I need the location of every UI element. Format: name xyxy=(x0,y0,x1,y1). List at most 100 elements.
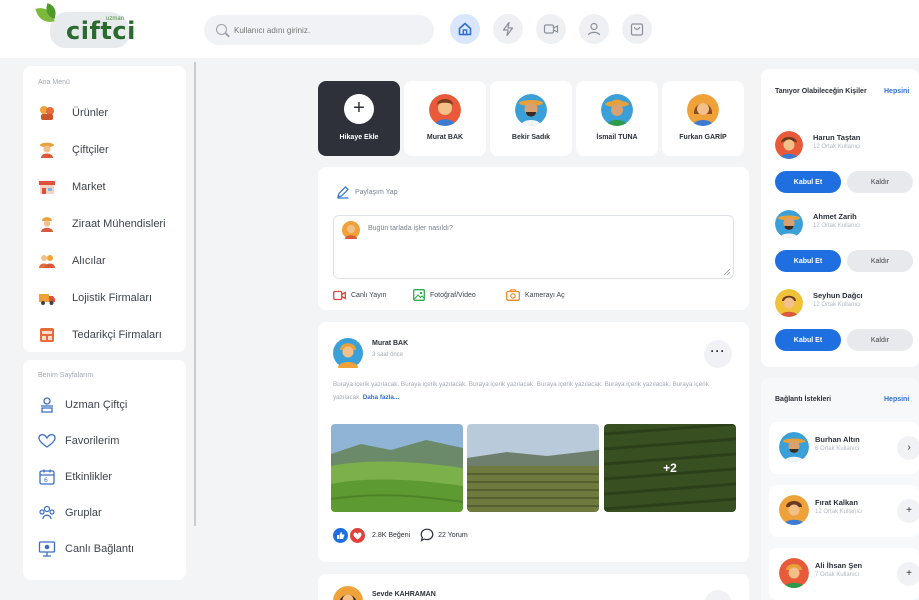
sidebar-item-lojistik[interactable]: Lojistik Firmaları xyxy=(37,286,187,310)
comment-icon[interactable] xyxy=(420,528,434,542)
sidebar-item-tedarikci[interactable]: Tedarikçi Firmaları xyxy=(37,323,187,347)
sidebar-item-etkinlikler[interactable]: 6 Etkinlikler xyxy=(37,465,187,489)
remove-button[interactable]: Kaldır xyxy=(847,171,913,193)
main-menu-title: Ana Menü xyxy=(38,79,70,86)
heart-icon xyxy=(37,431,57,451)
story-item[interactable]: Murat BAK xyxy=(404,81,486,156)
post-author[interactable]: Murat BAK xyxy=(372,340,408,347)
remove-button[interactable]: Kaldır xyxy=(847,329,913,351)
brand-logo[interactable]: ciftci uzman xyxy=(35,3,135,50)
post-photo[interactable] xyxy=(467,424,599,512)
person-name[interactable]: Ali İhsan Şen xyxy=(815,561,862,570)
requests-see-all-link[interactable]: Hepsini xyxy=(884,396,909,403)
accept-button[interactable]: Kabul Et xyxy=(775,250,841,272)
composer-textarea[interactable]: Bugün tarlada işler nasıldı? xyxy=(333,215,734,279)
photo-video-button[interactable]: Fotoğraf/Video xyxy=(413,288,476,302)
requests-title: Bağlantı İstekleri xyxy=(775,396,832,403)
more-options-button[interactable] xyxy=(704,590,732,600)
live-video-icon xyxy=(333,290,346,300)
sidebar-item-label: Ürünler xyxy=(72,107,109,119)
lightning-icon[interactable] xyxy=(493,14,523,44)
engineer-icon xyxy=(37,214,57,234)
buyers-icon xyxy=(37,251,57,271)
post-reactions: 2.8K Beğeni 22 Yorum xyxy=(333,527,468,543)
person-name[interactable]: Fırat Kalkan xyxy=(815,498,858,507)
sidebar-item-market[interactable]: Market xyxy=(37,175,187,199)
sidebar-item-canli-baglanti[interactable]: Canlı Bağlantı xyxy=(37,537,187,561)
suggestions-see-all-link[interactable]: Hepsini xyxy=(884,88,909,95)
request-item: Ali İhsan Şen 7 Ortak Kullanıcı + xyxy=(769,548,919,600)
post-photo-more[interactable]: +2 xyxy=(604,424,736,512)
story-item[interactable]: İsmail TUNA xyxy=(576,81,658,156)
person-name[interactable]: Ahmet Zarih xyxy=(813,212,857,221)
live-icon xyxy=(37,539,57,559)
heart-reaction-icon[interactable] xyxy=(350,527,365,543)
svg-text:6: 6 xyxy=(44,477,48,484)
top-bar: ciftci uzman xyxy=(0,0,919,58)
sidebar-item-label: Canlı Bağlantı xyxy=(65,543,135,555)
search-input[interactable] xyxy=(234,21,424,39)
my-pages-title: Benim Sayfalarım xyxy=(38,372,94,379)
home-icon[interactable] xyxy=(450,14,480,44)
resize-handle-icon[interactable] xyxy=(724,269,730,275)
sidebar-item-ciftciler[interactable]: Çiftçiler xyxy=(37,138,187,162)
accept-button[interactable]: Kabul Et xyxy=(775,171,841,193)
avatar xyxy=(601,94,633,126)
sidebar-item-label: Çiftçiler xyxy=(72,144,109,156)
sidebar-item-label: Favorilerim xyxy=(65,435,120,447)
add-icon[interactable]: + xyxy=(897,499,919,523)
person-name[interactable]: Seyhun Dağcı xyxy=(813,291,863,300)
shopping-bag-icon[interactable] xyxy=(622,14,652,44)
image-icon xyxy=(413,289,425,301)
action-label: Fotoğraf/Video xyxy=(430,291,476,299)
person-name[interactable]: Burhan Altın xyxy=(815,435,860,444)
sidebar-item-uzman-ciftci[interactable]: Uzman Çiftçi xyxy=(37,393,187,417)
avatar[interactable] xyxy=(775,210,803,238)
open-camera-button[interactable]: Kamerayı Aç xyxy=(506,288,565,302)
sidebar-item-label: Uzman Çiftçi xyxy=(65,399,128,411)
story-item[interactable]: Furkan GARİP xyxy=(662,81,744,156)
avatar[interactable] xyxy=(779,558,809,588)
avatar[interactable] xyxy=(775,131,803,159)
accept-button[interactable]: Kabul Et xyxy=(775,329,841,351)
live-stream-button[interactable]: Canlı Yayın xyxy=(333,288,387,302)
sidebar-item-urunler[interactable]: Ürünler xyxy=(37,101,187,125)
post-photo[interactable] xyxy=(331,424,463,512)
add-icon[interactable]: + xyxy=(897,562,919,586)
post-author[interactable]: Sevde KAHRAMAN xyxy=(372,591,436,598)
more-options-button[interactable]: ··· xyxy=(704,340,732,368)
story-add[interactable]: + Hikaye Ekle xyxy=(318,81,400,156)
story-item[interactable]: Bekir Sadık xyxy=(490,81,572,156)
my-pages-menu: Benim Sayfalarım Uzman Çiftçi Favorileri… xyxy=(23,360,186,580)
chevron-right-icon[interactable]: › xyxy=(897,436,919,460)
sidebar-item-ziraat[interactable]: Ziraat Mühendisleri xyxy=(37,212,187,236)
story-name: Furkan GARİP xyxy=(679,134,727,141)
post-time: 3 saat önce xyxy=(372,352,404,358)
sidebar-item-label: Market xyxy=(72,181,106,193)
video-icon[interactable] xyxy=(536,14,566,44)
avatar[interactable] xyxy=(333,586,363,600)
story-name: Bekir Sadık xyxy=(511,134,551,141)
like-icon[interactable] xyxy=(333,527,348,543)
suggestions-card: Tanıyor Olabileceğin Kişiler Hepsini Har… xyxy=(761,69,919,367)
composer-title: Paylaşım Yap xyxy=(355,189,398,196)
mutual-count: 12 Ortak Kullanıcı xyxy=(815,509,863,515)
avatar[interactable] xyxy=(333,338,363,368)
avatar[interactable] xyxy=(779,495,809,525)
avatar xyxy=(429,94,461,126)
sidebar-item-favorilerim[interactable]: Favorilerim xyxy=(37,429,187,453)
camera-icon xyxy=(506,289,520,301)
feed-post: Murat BAK 3 saat önce ··· Buraya içerik … xyxy=(318,322,749,562)
sidebar-item-alicilar[interactable]: Alıcılar xyxy=(37,249,187,273)
products-icon xyxy=(37,103,57,123)
person-name[interactable]: Harun Taştan xyxy=(813,133,860,142)
read-more-link[interactable]: Daha fazla... xyxy=(363,394,399,401)
sidebar-item-gruplar[interactable]: Gruplar xyxy=(37,501,187,525)
remove-button[interactable]: Kaldır xyxy=(847,250,913,272)
avatar[interactable] xyxy=(779,432,809,462)
search-icon xyxy=(216,24,227,35)
action-label: Canlı Yayın xyxy=(351,291,387,299)
user-icon[interactable] xyxy=(579,14,609,44)
avatar[interactable] xyxy=(775,289,803,317)
sidebar-scrollbar[interactable] xyxy=(194,62,196,526)
